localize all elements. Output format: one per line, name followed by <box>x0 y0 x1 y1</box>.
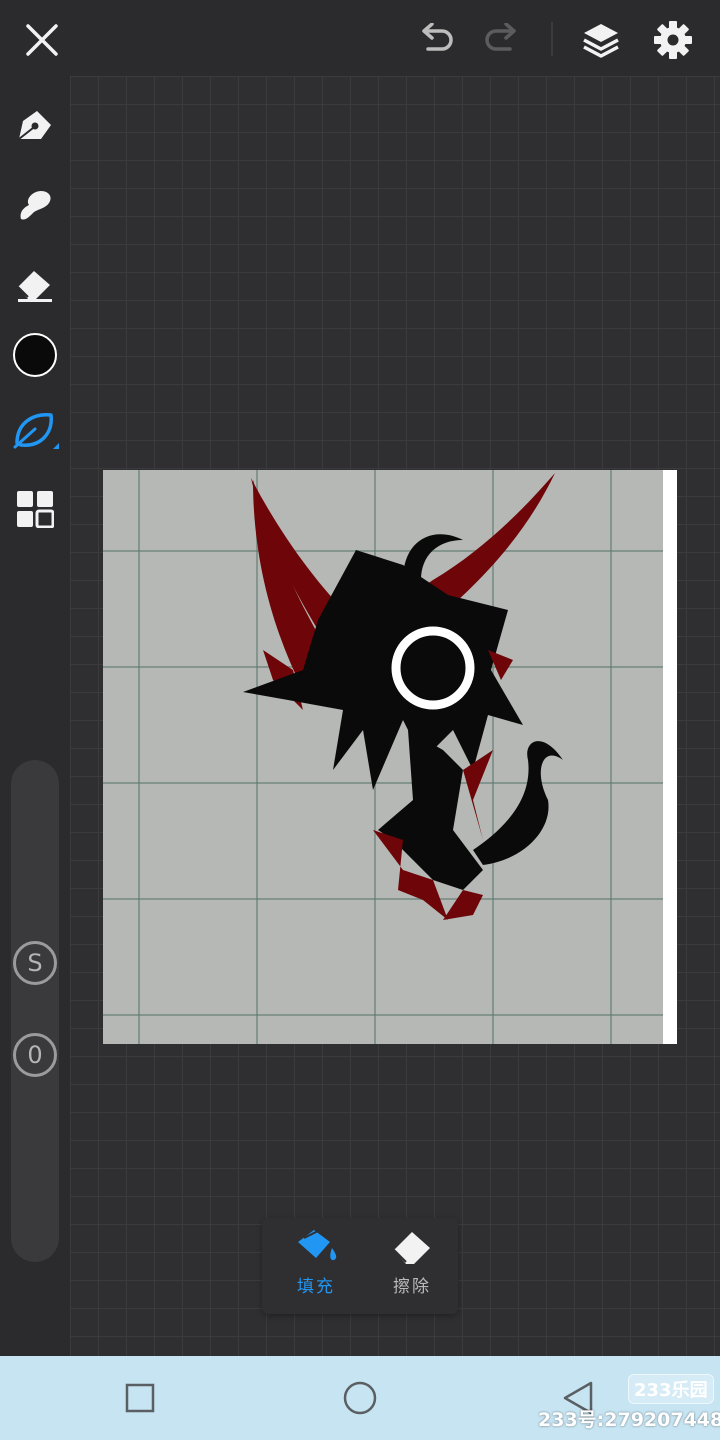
size-slider-knob[interactable]: S <box>13 941 57 985</box>
recent-apps-button[interactable] <box>118 1376 162 1420</box>
panels-button[interactable] <box>8 482 62 536</box>
pen-tool-button[interactable] <box>8 100 62 154</box>
brush-slider-track[interactable] <box>11 760 59 1262</box>
character-drawing <box>243 473 563 920</box>
redo-button[interactable] <box>476 14 528 66</box>
fill-button[interactable]: 填充 <box>276 1226 356 1310</box>
eraser-icon <box>393 1232 430 1264</box>
brush-select-button[interactable] <box>8 404 62 458</box>
smudge-tool-button[interactable] <box>8 178 62 232</box>
watermark-logo: 233乐园 <box>628 1374 714 1404</box>
eraser-icon <box>17 271 52 302</box>
paint-bucket-icon <box>298 1229 337 1261</box>
fill-label: 填充 <box>297 1277 335 1297</box>
close-icon <box>26 24 58 56</box>
fill-mode-panel: 填充 擦除 <box>262 1218 458 1314</box>
opacity-knob-label: 0 <box>27 1041 43 1069</box>
close-button[interactable] <box>16 14 68 66</box>
redo-icon <box>485 23 516 51</box>
top-bar <box>0 0 720 76</box>
recent-apps-icon <box>125 1383 155 1413</box>
drawing-app: S 0 填充 擦除 233乐园 233号:279207448 <box>0 0 720 1440</box>
settings-icon <box>654 21 692 59</box>
layers-button[interactable] <box>575 14 627 66</box>
watermark-id: 233号:279207448 <box>538 1409 720 1431</box>
drawing-canvas[interactable] <box>103 470 677 1044</box>
settings-button[interactable] <box>647 14 699 66</box>
pen-icon <box>18 111 51 140</box>
smudge-icon <box>20 191 51 220</box>
leaf-brush-icon <box>13 413 59 449</box>
color-swatch <box>13 333 57 377</box>
eraser-tool-button[interactable] <box>8 256 62 310</box>
opacity-slider-knob[interactable]: 0 <box>13 1033 57 1077</box>
home-icon <box>343 1381 377 1415</box>
erase-label: 擦除 <box>393 1277 431 1297</box>
layers-icon <box>583 24 619 58</box>
undo-icon <box>422 23 453 51</box>
toolbar-divider <box>551 22 553 56</box>
home-button[interactable] <box>338 1376 382 1420</box>
size-knob-label: S <box>27 949 43 977</box>
grid-icon <box>17 491 54 528</box>
erase-button[interactable]: 擦除 <box>372 1226 452 1310</box>
color-picker-button[interactable] <box>8 328 62 382</box>
undo-button[interactable] <box>410 14 462 66</box>
